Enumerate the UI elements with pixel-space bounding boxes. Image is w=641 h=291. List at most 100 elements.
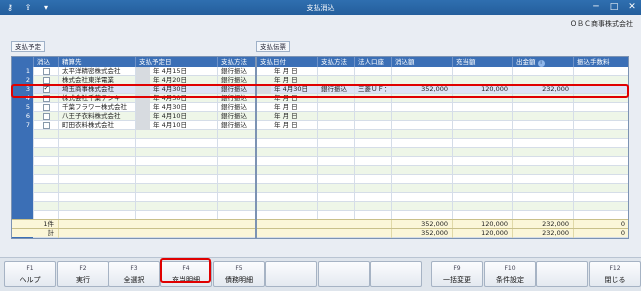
method-cell xyxy=(218,184,255,193)
pay-method-cell[interactable] xyxy=(318,67,355,76)
table-row[interactable]: 年 月 日 xyxy=(257,67,628,76)
withdrawal-amount-cell[interactable] xyxy=(513,67,574,76)
table-row[interactable]: 年 月 日 xyxy=(257,121,628,130)
scheduled-date-cell xyxy=(136,139,218,148)
fkey-f9-button[interactable]: F9 一括変更 xyxy=(431,261,483,287)
table-row[interactable]: 年 月 日 xyxy=(257,112,628,121)
transfer-fee-cell[interactable] xyxy=(574,121,628,130)
account-cell xyxy=(355,166,392,175)
clear-amount-cell xyxy=(392,157,453,166)
clear-checkbox[interactable] xyxy=(42,77,50,84)
withdrawal-amount-cell[interactable] xyxy=(513,121,574,130)
empty-row xyxy=(12,184,255,193)
applied-amount-cell[interactable] xyxy=(453,67,513,76)
clear-checkbox[interactable] xyxy=(42,68,50,75)
fkey-f12-button[interactable]: F12 閉じる xyxy=(589,261,641,287)
pay-date-cell[interactable]: 年 月 日 xyxy=(257,67,318,76)
scheduled-date-cell xyxy=(136,202,218,211)
pay-date-cell[interactable]: 年 月 日 xyxy=(257,112,318,121)
pay-method-cell[interactable] xyxy=(318,103,355,112)
payee-cell: 千葉フラワー株式会社 xyxy=(59,103,136,112)
col-applied-amount[interactable]: 充当額 xyxy=(453,57,513,67)
row-number-header xyxy=(12,57,34,67)
pay-date-cell[interactable]: 年 月 日 xyxy=(257,121,318,130)
fkey-f2-button[interactable]: F2 実行 xyxy=(57,261,109,287)
scheduled-date-text: 年 4月10日 xyxy=(153,112,187,120)
col-withdrawal-amount[interactable]: 出金額 i xyxy=(513,57,574,67)
col-scheduled-date[interactable]: 支払予定日 xyxy=(136,57,218,67)
clear-amount-cell xyxy=(392,238,453,239)
info-icon[interactable]: i xyxy=(537,60,545,67)
pay-date-cell xyxy=(257,184,318,193)
applied-amount-cell xyxy=(453,238,513,239)
row-number: 5 xyxy=(12,103,34,112)
payee-cell xyxy=(59,148,136,157)
payee-cell xyxy=(59,193,136,202)
col-pay-date[interactable]: 支払日付 xyxy=(257,57,318,67)
col-clear[interactable]: 消込 xyxy=(34,57,59,67)
col-clear-amount[interactable]: 消込額 xyxy=(392,57,453,67)
minimize-icon[interactable]: ─ xyxy=(588,1,604,14)
clear-cell[interactable] xyxy=(34,112,59,121)
applied-amount-cell[interactable] xyxy=(453,112,513,121)
account-cell[interactable] xyxy=(355,103,392,112)
method-cell xyxy=(218,130,255,139)
table-row[interactable]: 6 八王子衣料株式会社 年 4月10日 銀行振込 xyxy=(12,112,255,121)
year-field xyxy=(257,67,271,76)
year-field xyxy=(136,112,150,121)
clear-cell[interactable] xyxy=(34,121,59,130)
col-pay-method[interactable]: 支払方法 xyxy=(318,57,355,67)
transfer-fee-cell[interactable] xyxy=(574,112,628,121)
applied-amount-cell[interactable] xyxy=(453,103,513,112)
fkey-f5-button[interactable]: F5 債務明細 xyxy=(213,261,265,287)
pay-method-cell xyxy=(318,238,355,239)
transfer-fee-cell[interactable] xyxy=(574,103,628,112)
pay-method-cell xyxy=(318,175,355,184)
scheduled-date-cell xyxy=(136,130,218,139)
transfer-fee-cell xyxy=(574,175,628,184)
clear-amount-cell[interactable] xyxy=(392,67,453,76)
withdrawal-amount-cell[interactable] xyxy=(513,112,574,121)
clear-cell[interactable] xyxy=(34,103,59,112)
fkey-f10-button[interactable]: F10 条件設定 xyxy=(484,261,536,287)
scheduled-date-text: 年 4月10日 xyxy=(153,121,187,129)
pay-method-cell xyxy=(318,139,355,148)
clear-checkbox[interactable] xyxy=(42,113,50,120)
col-method[interactable]: 支払方法 xyxy=(218,57,255,67)
fkey-f3-button[interactable]: F3 全選択 xyxy=(108,261,160,287)
scheduled-date-text: 年 4月20日 xyxy=(153,76,187,84)
empty-row xyxy=(12,202,255,211)
empty-row xyxy=(257,157,628,166)
account-cell[interactable] xyxy=(355,121,392,130)
close-icon[interactable]: ✕ xyxy=(624,1,640,14)
applied-amount-cell[interactable] xyxy=(453,121,513,130)
clear-amount-cell[interactable] xyxy=(392,112,453,121)
account-cell[interactable] xyxy=(355,67,392,76)
pay-method-cell[interactable] xyxy=(318,121,355,130)
totals-spacer xyxy=(257,229,392,238)
row-number xyxy=(12,148,34,157)
clear-checkbox[interactable] xyxy=(42,104,50,111)
payee-cell xyxy=(59,157,136,166)
pay-method-cell[interactable] xyxy=(318,112,355,121)
account-cell[interactable] xyxy=(355,112,392,121)
clear-checkbox[interactable] xyxy=(42,122,50,129)
withdrawal-amount-cell[interactable] xyxy=(513,103,574,112)
pay-date-cell[interactable]: 年 月 日 xyxy=(257,103,318,112)
empty-row xyxy=(257,238,629,239)
clear-cell[interactable] xyxy=(34,67,59,76)
col-payee[interactable]: 精算先 xyxy=(59,57,136,67)
col-account[interactable]: 法人口座 xyxy=(355,57,392,67)
account-cell xyxy=(355,193,392,202)
col-transfer-fee[interactable]: 振込手数料 xyxy=(574,57,628,67)
totals-row: 352,000 120,000 232,000 0 xyxy=(257,219,628,229)
table-row[interactable]: 5 千葉フラワー株式会社 年 4月30日 銀行振込 xyxy=(12,103,255,112)
clear-amount-cell[interactable] xyxy=(392,121,453,130)
table-row[interactable]: 1 太平洋精密株式会社 年 4月15日 銀行振込 xyxy=(12,67,255,76)
table-row[interactable]: 7 町田衣料株式会社 年 4月10日 銀行振込 xyxy=(12,121,255,130)
maximize-icon[interactable]: □ xyxy=(606,1,622,14)
table-row[interactable]: 年 月 日 xyxy=(257,103,628,112)
fkey-f1-button[interactable]: F1 ヘルプ xyxy=(4,261,56,287)
transfer-fee-cell[interactable] xyxy=(574,67,628,76)
clear-amount-cell[interactable] xyxy=(392,103,453,112)
